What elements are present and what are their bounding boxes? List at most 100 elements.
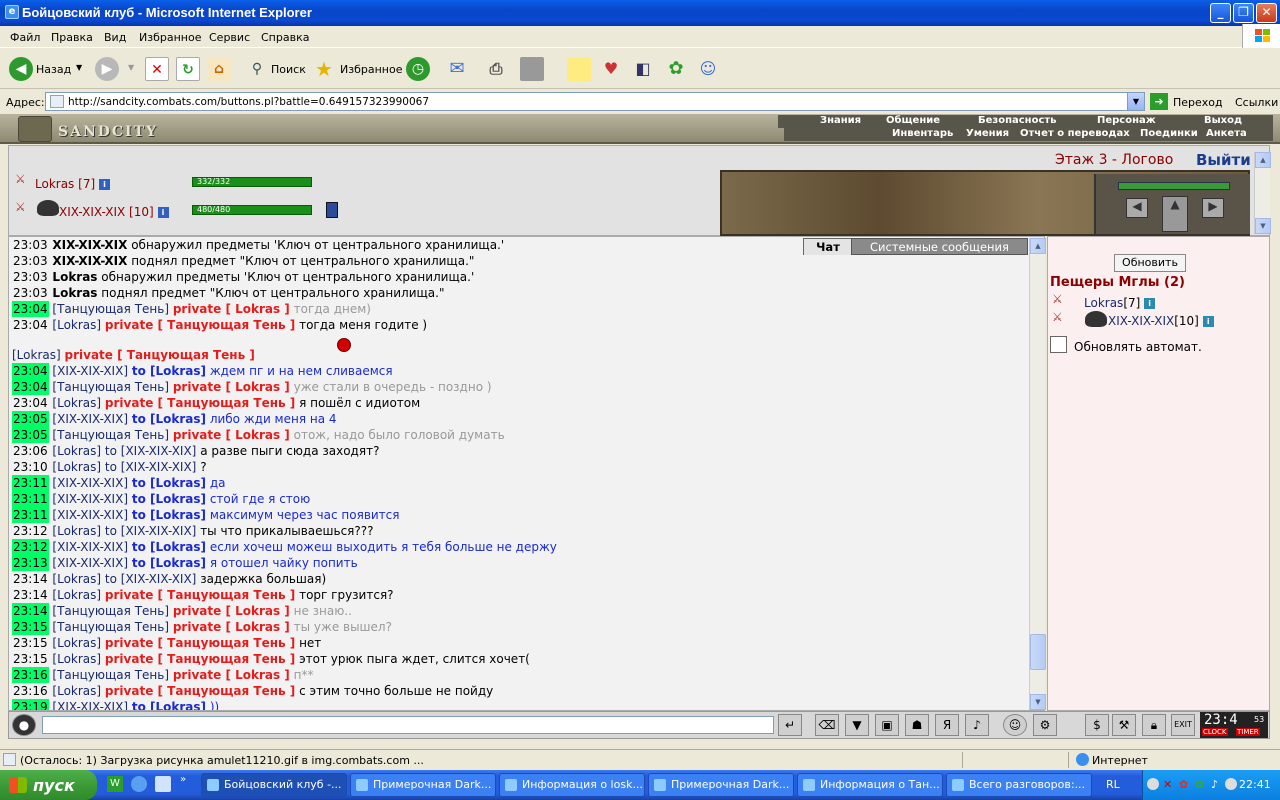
chat-recipient[interactable]: private [ Lokras ] xyxy=(173,620,290,634)
chat-author[interactable]: [XIX-XIX-XIX] xyxy=(52,700,128,710)
menu-tools[interactable]: Сервис xyxy=(209,31,250,44)
scroll-up-icon[interactable]: ▲ xyxy=(1255,152,1271,168)
forward-dropdown-icon[interactable]: ▼ xyxy=(128,63,134,72)
chat-recipient[interactable]: private [ Lokras ] xyxy=(173,604,290,618)
chat-recipient[interactable]: private [ Lokras ] xyxy=(173,428,290,442)
scroll-up-icon[interactable]: ▲ xyxy=(1030,238,1046,254)
links-button[interactable]: Ссылки xyxy=(1235,96,1278,109)
minimize-button[interactable]: _ xyxy=(1210,3,1231,23)
maximize-button[interactable]: ❐ xyxy=(1233,3,1254,23)
chat-recipient[interactable]: private [ Танцующая Тень ] xyxy=(105,636,295,650)
nav-profile[interactable]: Анкета xyxy=(1206,128,1247,139)
contacts-icon[interactable]: ☺ xyxy=(696,57,720,81)
info-icon[interactable]: i xyxy=(1202,316,1214,327)
move-right-arrow-icon[interactable]: ▶ xyxy=(1202,198,1224,218)
room-player2[interactable]: XIX-XIX-XIX[10] i xyxy=(1108,314,1214,328)
tab-chat[interactable]: Чат xyxy=(803,238,853,255)
scroll-down-icon[interactable]: ▼ xyxy=(1255,218,1271,234)
chat-recipient[interactable]: private [ Танцующая Тень ] xyxy=(105,396,295,410)
chat-author[interactable]: [Lokras] xyxy=(52,588,101,602)
nav-knowledge[interactable]: Знания xyxy=(820,115,861,126)
chat-author[interactable]: [XIX-XIX-XIX] xyxy=(52,364,128,378)
chat-author[interactable]: [Танцующая Тень] xyxy=(52,668,169,682)
chat-author[interactable]: [XIX-XIX-XIX] xyxy=(52,556,128,570)
chat-author[interactable]: [Танцующая Тень] xyxy=(52,380,169,394)
chat-author[interactable]: [Танцующая Тень] xyxy=(52,302,169,316)
taskbar-item-info-tan[interactable]: Информация о Тан... xyxy=(797,773,943,797)
taskbar-item-fitting2[interactable]: Примерочная Dark... xyxy=(648,773,794,797)
player2-name[interactable]: XIX-XIX-XIX [10] i xyxy=(59,205,169,219)
chat-author[interactable]: [Lokras] xyxy=(52,652,101,666)
exit-link[interactable]: Выйти xyxy=(1196,151,1251,169)
chat-recipient[interactable]: to [XIX-XIX-XIX] xyxy=(105,444,196,458)
address-dropdown-icon[interactable]: ▼ xyxy=(1127,92,1145,111)
back-button[interactable]: Назад xyxy=(36,63,71,76)
chat-author[interactable]: [XIX-XIX-XIX] xyxy=(52,508,128,522)
chat-recipient[interactable]: to [Lokras] xyxy=(132,508,206,522)
taskbar-item-fightclub[interactable]: Бойцовский клуб -... xyxy=(201,773,347,797)
chat-recipient[interactable]: to [Lokras] xyxy=(132,476,206,490)
taskbar-item-fitting1[interactable]: Примерочная Dark... xyxy=(350,773,496,797)
nav-fights[interactable]: Поединки xyxy=(1140,128,1198,139)
chat-author[interactable]: Lokras xyxy=(52,286,97,300)
chat-recipient[interactable]: to [Lokras] xyxy=(132,540,206,554)
chat-recipient[interactable]: private [ Lokras ] xyxy=(173,668,290,682)
chat-recipient[interactable]: to [XIX-XIX-XIX] xyxy=(105,572,196,586)
back-dropdown-icon[interactable]: ▼ xyxy=(76,63,82,72)
research-icon[interactable]: ♥ xyxy=(599,57,623,81)
chat-recipient[interactable]: to [Lokras] xyxy=(132,556,206,570)
nav-inventory[interactable]: Инвентарь xyxy=(892,128,953,139)
menu-view[interactable]: Вид xyxy=(104,31,126,44)
chat-author[interactable]: [Lokras] xyxy=(52,684,101,698)
taskbar-item-info-losk[interactable]: Информация о losk... xyxy=(499,773,645,797)
mail-icon[interactable]: ✉ xyxy=(445,57,469,81)
clear-eraser-icon[interactable]: ⌫ xyxy=(815,714,839,736)
chat-recipient[interactable]: private [ Lokras ] xyxy=(173,380,290,394)
chat-recipient[interactable]: private [ Танцующая Тень ] xyxy=(105,588,295,602)
icq-flower-icon[interactable]: ✿ xyxy=(664,57,688,81)
quicklaunch-desktop-icon[interactable] xyxy=(155,776,171,792)
exit-icon[interactable]: EXIT xyxy=(1171,714,1195,736)
chat-author[interactable]: [Lokras] xyxy=(12,348,61,362)
chat-recipient[interactable]: to [Lokras] xyxy=(132,492,206,506)
chat-author[interactable]: [Lokras] xyxy=(52,572,101,586)
chat-recipient[interactable]: private [ Танцующая Тень ] xyxy=(105,652,295,666)
nav-exit[interactable]: Выход xyxy=(1204,115,1242,126)
back-arrow-icon[interactable]: ◀ xyxy=(9,57,33,81)
chat-recipient[interactable]: to [Lokras] xyxy=(132,412,206,426)
chat-scrollbar[interactable]: ▲ ▼ xyxy=(1029,238,1046,710)
language-indicator[interactable]: RL xyxy=(1106,778,1120,791)
close-button[interactable]: ✕ xyxy=(1256,3,1277,23)
chat-recipient[interactable]: to [Lokras] xyxy=(132,364,206,378)
messenger-icon[interactable]: ◧ xyxy=(631,57,655,81)
player1-name[interactable]: Lokras [7] i xyxy=(35,177,110,191)
menu-file[interactable]: Файл xyxy=(10,31,40,44)
nav-skills[interactable]: Умения xyxy=(966,128,1009,139)
history-icon[interactable]: ◷ xyxy=(406,57,430,81)
scroll-thumb[interactable] xyxy=(1030,634,1046,670)
menu-help[interactable]: Справка xyxy=(261,31,309,44)
home-icon[interactable]: ⌂ xyxy=(207,57,231,81)
go-button[interactable]: Переход xyxy=(1173,96,1223,109)
tray-icon[interactable] xyxy=(1147,778,1159,790)
chat-author[interactable]: [XIX-XIX-XIX] xyxy=(52,492,128,506)
nav-communication[interactable]: Общение xyxy=(886,115,940,126)
chat-author[interactable]: [XIX-XIX-XIX] xyxy=(52,540,128,554)
chat-author[interactable]: [Танцующая Тень] xyxy=(52,620,169,634)
icq-tray-icon[interactable]: ✿ xyxy=(1195,778,1207,791)
refresh-icon[interactable]: ↻ xyxy=(176,57,200,81)
refresh-button[interactable]: Обновить xyxy=(1114,254,1186,272)
edit-icon[interactable] xyxy=(520,57,544,81)
settings-icon[interactable]: ⚙ xyxy=(1033,714,1057,736)
chat-recipient[interactable]: to [XIX-XIX-XIX] xyxy=(105,460,196,474)
chat-recipient[interactable]: private [ Танцующая Тень ] xyxy=(105,684,295,698)
sound-icon[interactable]: ♪ xyxy=(965,714,989,736)
chat-author[interactable]: [Lokras] xyxy=(52,524,101,538)
chat-author[interactable]: [Lokras] xyxy=(52,460,101,474)
chat-author[interactable]: Lokras xyxy=(52,270,97,284)
translit-icon[interactable]: Я xyxy=(935,714,959,736)
trade-icon[interactable]: ⚒ xyxy=(1112,714,1136,736)
chat-author[interactable]: [Танцующая Тень] xyxy=(52,428,169,442)
chat-mode-icon[interactable]: ● xyxy=(12,714,36,736)
chat-recipient[interactable]: to [Lokras] xyxy=(132,700,206,710)
